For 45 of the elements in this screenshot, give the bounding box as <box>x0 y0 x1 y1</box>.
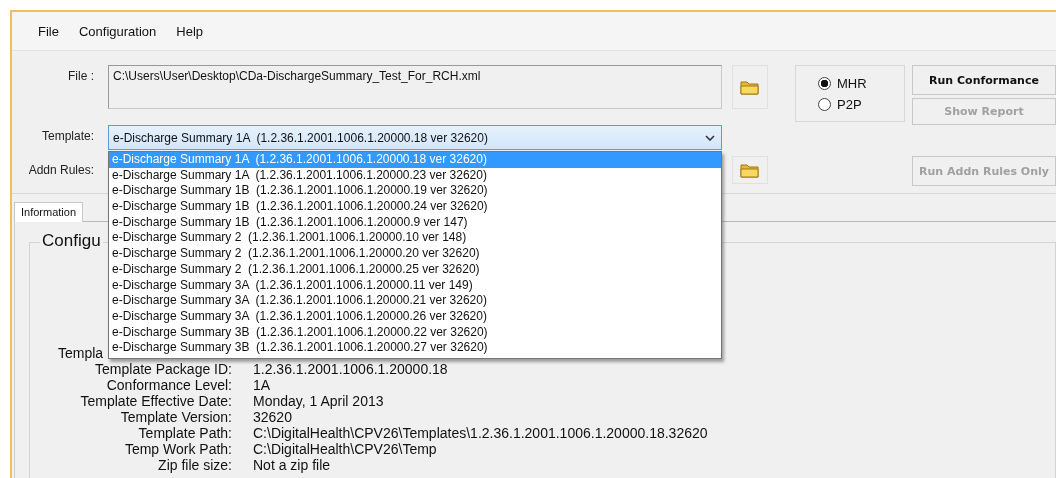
info-label: Conformance Level: <box>106 377 232 393</box>
browse-button[interactable] <box>732 65 768 109</box>
radio-option[interactable]: P2P <box>818 96 862 112</box>
menu-item[interactable]: File <box>28 21 69 41</box>
info-label: Template Package ID: <box>95 361 232 377</box>
info-label: Templa <box>58 345 104 361</box>
menu-item[interactable]: Configuration <box>68 21 167 41</box>
dropdown-option[interactable]: e-Discharge Summary 1A (1.2.36.1.2001.1006.1.20000.23 ver 32620) <box>109 167 721 184</box>
info-label: Temp Work Path: <box>124 441 232 457</box>
chevron-down-icon <box>705 134 715 141</box>
dropdown-option[interactable]: e-Discharge Summary 2 (1.2.36.1.2001.1006.1.20000.25 ver 32620) <box>109 261 721 278</box>
info-label: Template Effective Date: <box>80 393 232 409</box>
info-label: Template Version: <box>120 409 232 425</box>
info-value: 1.2.36.1.2001.1006.1.20000.18 <box>253 361 449 377</box>
tab[interactable]: Information <box>14 202 84 222</box>
info-value: C:\DigitalHealth\CPV26\Temp <box>253 441 438 457</box>
info-value: 1A <box>253 377 272 393</box>
info-value: Not a zip file <box>253 457 332 473</box>
dropdown-option[interactable]: e-Discharge Summary 3A (1.2.36.1.2001.1006.1.20000.11 ver 149) <box>109 277 721 294</box>
folder-icon <box>740 162 760 178</box>
dropdown-option[interactable]: e-Discharge Summary 3A (1.2.36.1.2001.1006.1.20000.21 ver 32620) <box>109 293 721 309</box>
menu-item[interactable]: Help <box>166 21 214 41</box>
dropdown-option[interactable]: e-Discharge Summary 3B (1.2.36.1.2001.1006.1.20000.27 ver 32620) <box>109 340 721 356</box>
info-value: C:\DigitalHealth\CPV26\Templates\1.2.36.1.2001.1006.1.20000.18.32620 <box>253 425 708 441</box>
browse-button[interactable] <box>732 156 768 184</box>
field-label: Addn Rules: <box>28 163 94 179</box>
radio-option[interactable]: MHR <box>818 75 867 91</box>
action-button[interactable]: Run Conformance <box>912 65 1056 95</box>
field-label: Template: <box>41 129 94 145</box>
info-label: Zip file size: <box>158 457 232 473</box>
dropdown-option[interactable]: e-Discharge Summary 3B (1.2.36.1.2001.1006.1.20000.22 ver 32620) <box>109 324 721 341</box>
info-value: 32620 <box>253 409 293 425</box>
file-path-field[interactable]: C:\Users\User\Desktop\CDa-DischargeSummary_Test_For_RCH.xml <box>108 65 722 109</box>
group-title: Configu <box>40 231 103 251</box>
field-label: File : <box>68 69 94 85</box>
dropdown-option[interactable]: e-Discharge Summary 2 (1.2.36.1.2001.1006.1.20000.20 ver 32620) <box>109 246 721 262</box>
dropdown-option[interactable]: e-Discharge Summary 1B (1.2.36.1.2001.1006.1.20000.24 ver 32620) <box>109 199 721 215</box>
dropdown-option[interactable]: e-Discharge Summary 1B (1.2.36.1.2001.1006.1.20000.19 ver 32620) <box>109 183 721 200</box>
dropdown-option[interactable]: e-Discharge Summary 3A (1.2.36.1.2001.1006.1.20000.26 ver 32620) <box>109 308 721 325</box>
dropdown-option[interactable]: e-Discharge Summary 1B (1.2.36.1.2001.1006.1.20000.9 ver 147) <box>109 214 721 231</box>
info-value: Monday, 1 April 2013 <box>253 393 385 409</box>
info-label: Template Path: <box>138 425 232 441</box>
folder-icon <box>740 79 760 95</box>
template-dropdown[interactable]: e-Discharge Summary 1A (1.2.36.1.2001.1006.1.20000.18 ver 32620) <box>108 125 722 150</box>
dropdown-option[interactable]: e-Discharge Summary 2 (1.2.36.1.2001.1006.1.20000.10 ver 148) <box>109 230 721 247</box>
